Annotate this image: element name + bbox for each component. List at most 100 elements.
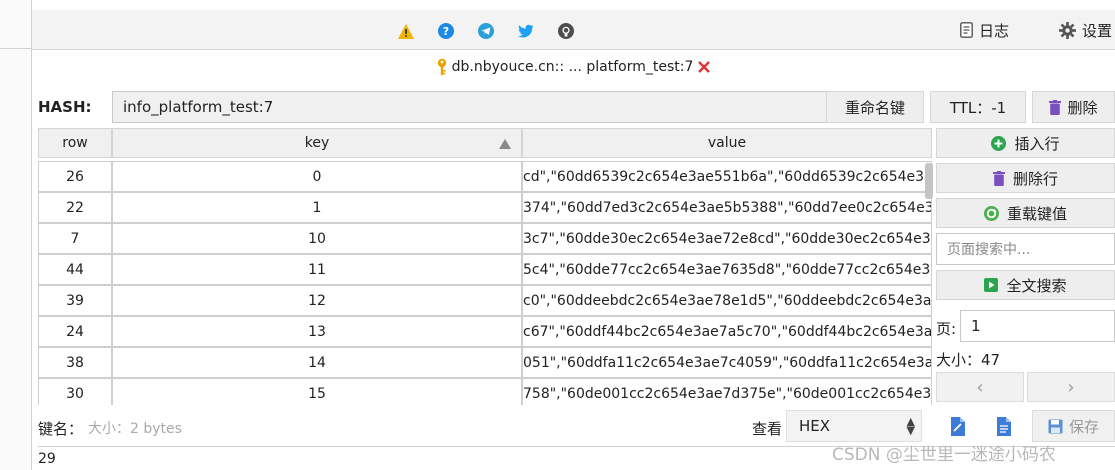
table-row[interactable]: 38 14 051","60ddfa11c2c654e3ae7c4059","6…	[38, 347, 933, 378]
page-search-placeholder: 页面搜索中...	[947, 242, 1031, 258]
watermark-text: CSDN @尘世里一迷途小码农	[832, 445, 1056, 465]
size-label: 大小：47	[936, 351, 1001, 369]
text-file-icon	[997, 416, 1011, 436]
column-header-key[interactable]: key	[112, 128, 522, 158]
cell-value: c67","60ddf44bc2c654e3ae7a5c70","60ddf44…	[522, 316, 932, 347]
cell-value: cd","60dd6539c2c654e3ae551b6a","60dd6539…	[522, 161, 932, 192]
reload-value-button[interactable]: 重载键值	[936, 198, 1115, 228]
key-name-input[interactable]: info_platform_test:7	[112, 91, 854, 123]
play-icon	[984, 278, 999, 292]
trash-icon	[992, 170, 1005, 186]
cell-key: 13	[112, 316, 522, 347]
save-icon	[1048, 419, 1063, 433]
hash-type-label: HASH:	[38, 98, 92, 116]
key-tab[interactable]: db.nbyouce.cn:: ... platform_test:7	[32, 52, 1115, 82]
column-header-row-label: row	[62, 135, 88, 151]
settings-button[interactable]: 设置	[1059, 18, 1112, 42]
view-mode-value: HEX	[799, 417, 831, 435]
value-size-hint: 大小：2 bytes	[88, 421, 182, 437]
view-mode-label: 查看	[752, 420, 783, 438]
cell-value: c0","60ddeebdc2c654e3ae78e1d5","60ddeebd…	[522, 285, 932, 316]
reload-icon	[983, 205, 999, 221]
cell-key: 11	[112, 254, 522, 285]
delete-row-label: 删除行	[1012, 169, 1058, 188]
page-search-input[interactable]: 页面搜索中...	[936, 233, 1115, 265]
table-row[interactable]: 7 10 3c7","60dde30ec2c654e3ae72e8cd","60…	[38, 223, 933, 254]
fulltext-search-button[interactable]: 全文搜索	[936, 270, 1115, 300]
fulltext-search-label: 全文搜索	[1006, 276, 1067, 295]
trash-icon	[1049, 99, 1062, 115]
hash-key-row: HASH: info_platform_test:7 重命名键 TTL：-1 删…	[32, 90, 1115, 124]
table-scrollbar-thumb[interactable]	[925, 163, 933, 199]
warning-icon[interactable]	[395, 20, 417, 42]
key-name-value: info_platform_test:7	[123, 98, 274, 116]
cell-key: 0	[112, 161, 522, 192]
cell-key: 1	[112, 192, 522, 223]
prev-page-button[interactable]: ‹	[936, 372, 1024, 402]
log-button[interactable]: 日志	[960, 18, 1009, 42]
cell-row: 22	[38, 192, 112, 223]
github-icon[interactable]	[555, 20, 577, 42]
hash-table: 26 0 cd","60dd6539c2c654e3ae551b6a","60d…	[38, 161, 933, 405]
svg-text:?: ?	[443, 25, 449, 38]
cell-row: 44	[38, 254, 112, 285]
table-row[interactable]: 44 11 5c4","60dde77cc2c654e3ae7635d8","6…	[38, 254, 933, 285]
cell-value: 758","60de001cc2c654e3ae7d375e","60de001…	[522, 378, 932, 405]
delete-key-label: 删除	[1067, 98, 1098, 117]
page-number-value: 1	[971, 317, 981, 335]
ttl-label: TTL：-1	[949, 98, 1007, 117]
close-icon[interactable]	[697, 60, 711, 74]
cell-row: 30	[38, 378, 112, 405]
delete-row-button[interactable]: 删除行	[936, 163, 1115, 193]
table-row[interactable]: 30 15 758","60de001cc2c654e3ae7d375e","6…	[38, 378, 933, 405]
column-header-key-label: key	[304, 135, 330, 151]
cell-key: 12	[112, 285, 522, 316]
table-row[interactable]: 26 0 cd","60dd6539c2c654e3ae551b6a","60d…	[38, 161, 933, 192]
table-row[interactable]: 24 13 c67","60ddf44bc2c654e3ae7a5c70","6…	[38, 316, 933, 347]
cell-value: 374","60dd7ed3c2c654e3ae5b5388","60dd7ee…	[522, 192, 932, 223]
view-mode-select[interactable]: HEX ▲ ▼	[786, 410, 922, 442]
insert-row-button[interactable]: 插入行	[936, 128, 1115, 158]
telegram-icon[interactable]	[475, 20, 497, 42]
plus-circle-icon	[991, 135, 1007, 151]
table-row[interactable]: 39 12 c0","60ddeebdc2c654e3ae78e1d5","60…	[38, 285, 933, 316]
column-header-row[interactable]: row	[38, 128, 112, 158]
tab-title: db.nbyouce.cn:: ... platform_test:7	[451, 59, 694, 75]
page-number-input[interactable]: 1	[960, 310, 1115, 342]
cell-row: 26	[38, 161, 112, 192]
cell-row: 24	[38, 316, 112, 347]
edit-file-icon	[951, 416, 965, 436]
page-label: 页:	[936, 320, 957, 338]
value-text: 29	[38, 451, 56, 467]
log-label: 日志	[979, 21, 1010, 40]
save-label: 保存	[1068, 417, 1099, 436]
table-row[interactable]: 22 1 374","60dd7ed3c2c654e3ae5b5388","60…	[38, 192, 933, 223]
settings-label: 设置	[1082, 21, 1113, 40]
cell-row: 7	[38, 223, 112, 254]
chevron-right-icon: ›	[1067, 376, 1075, 398]
table-header: row key value	[38, 128, 932, 158]
key-icon	[437, 58, 446, 75]
keyname-label: 键名：	[38, 420, 84, 438]
gear-icon	[1059, 21, 1076, 39]
rename-key-button[interactable]: 重命名键	[826, 91, 924, 123]
ttl-button[interactable]: TTL：-1	[930, 91, 1026, 123]
save-button[interactable]: 保存	[1032, 410, 1115, 442]
column-header-value[interactable]: value	[522, 128, 932, 158]
delete-key-button[interactable]: 删除	[1032, 91, 1115, 123]
left-panel-edge	[0, 0, 32, 470]
cell-row: 39	[38, 285, 112, 316]
next-page-button[interactable]: ›	[1027, 372, 1115, 402]
cell-key: 14	[112, 347, 522, 378]
cell-row: 38	[38, 347, 112, 378]
help-icon[interactable]: ?	[435, 20, 457, 42]
reload-value-label: 重载键值	[1006, 204, 1067, 223]
cell-value: 051","60ddfa11c2c654e3ae7c4059","60ddfa1…	[522, 347, 932, 378]
cell-key: 10	[112, 223, 522, 254]
twitter-icon[interactable]	[515, 20, 537, 42]
cell-key: 15	[112, 378, 522, 405]
insert-row-label: 插入行	[1014, 134, 1060, 153]
edit-file-button[interactable]	[944, 412, 972, 440]
rename-key-label: 重命名键	[844, 98, 905, 117]
text-file-button[interactable]	[990, 412, 1018, 440]
